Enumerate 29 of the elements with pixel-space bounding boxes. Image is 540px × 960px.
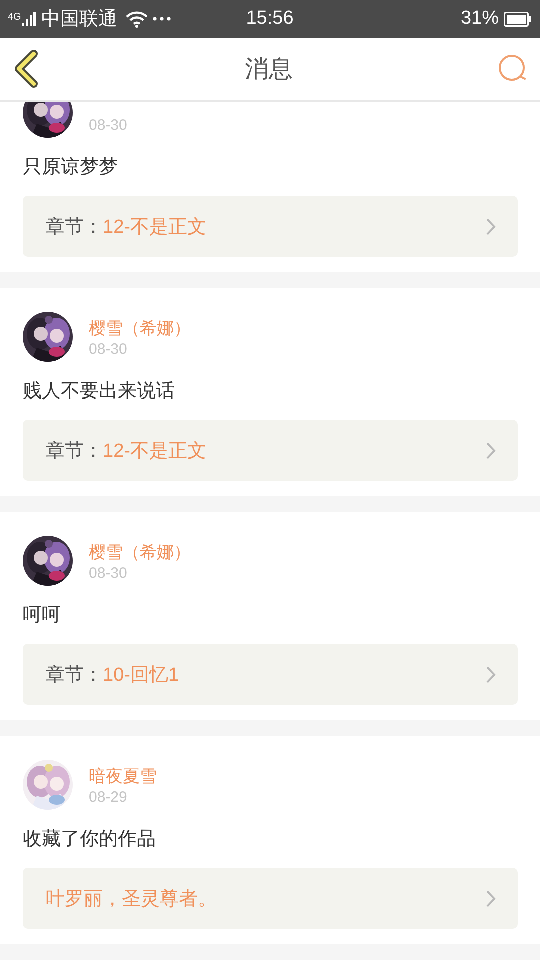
chevron-icon: [486, 442, 496, 460]
chevron-icon: [486, 890, 496, 908]
message-text: 只原谅梦梦: [23, 156, 119, 180]
message-date: 08-30: [89, 340, 128, 358]
back-button[interactable]: [14, 50, 40, 88]
user-name[interactable]: 樱雪（希娜）: [89, 316, 191, 336]
user-name[interactable]: 暗夜夏雪: [89, 764, 157, 784]
more-icon: [153, 17, 172, 21]
chapter-link[interactable]: 叶罗丽，圣灵尊者。: [23, 868, 518, 929]
message-text: 呵呵: [23, 604, 62, 628]
signal-icon: [22, 12, 36, 26]
page-title: 消息: [245, 55, 293, 85]
message-date: 08-30: [89, 116, 128, 134]
chevron-icon: [486, 218, 496, 236]
chapter-link[interactable]: 章节：10-回忆1: [23, 644, 518, 705]
message-date: 08-29: [89, 788, 128, 806]
chapter-link[interactable]: 章节：12-不是正文: [23, 196, 518, 257]
chapter-link[interactable]: 章节：12-不是正文: [23, 420, 518, 481]
message-text: 贱人不要出来说话: [23, 380, 176, 404]
battery-percent: 31%: [460, 8, 499, 30]
wifi-icon: [126, 10, 148, 28]
battery-icon: [504, 12, 532, 26]
message-text: 收藏了你的作品: [23, 828, 157, 852]
user-name[interactable]: 樱雪（希娜）: [89, 540, 191, 560]
clock-time: 15:56: [246, 8, 294, 30]
chevron-icon: [486, 666, 496, 684]
message-date: 08-30: [89, 564, 128, 582]
network-label: 4G: [8, 12, 22, 23]
carrier-name: 中国联通: [41, 8, 118, 32]
